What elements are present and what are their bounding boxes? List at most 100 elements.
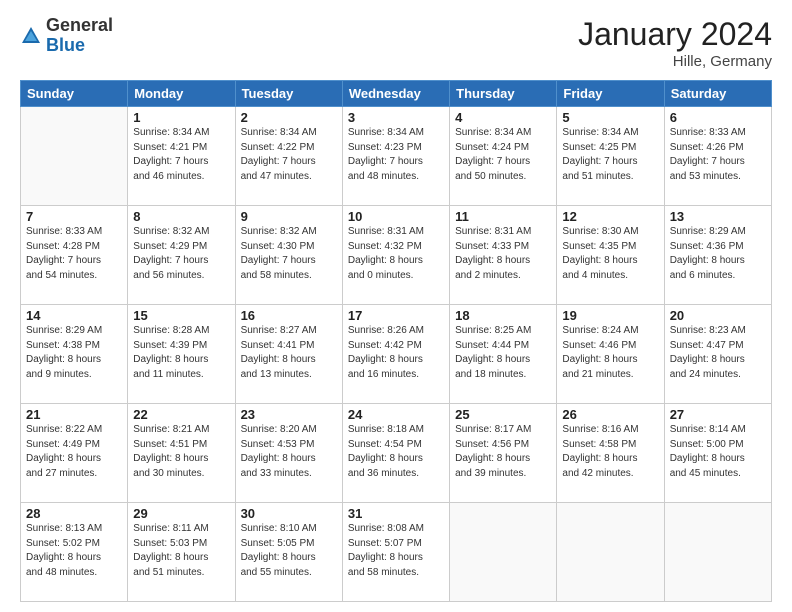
day-number: 26 [562, 407, 658, 422]
logo-blue-text: Blue [46, 35, 85, 55]
day-number: 6 [670, 110, 766, 125]
column-header-wednesday: Wednesday [342, 81, 449, 107]
day-info: Sunrise: 8:34 AM Sunset: 4:24 PM Dayligh… [455, 126, 551, 184]
day-number: 25 [455, 407, 551, 422]
day-info: Sunrise: 8:16 AM Sunset: 4:58 PM Dayligh… [562, 423, 658, 481]
day-cell: 11Sunrise: 8:31 AM Sunset: 4:33 PM Dayli… [450, 206, 557, 305]
title-block: January 2024 Hille, Germany [578, 16, 772, 70]
day-info: Sunrise: 8:34 AM Sunset: 4:22 PM Dayligh… [241, 126, 337, 184]
column-header-thursday: Thursday [450, 81, 557, 107]
day-info: Sunrise: 8:29 AM Sunset: 4:36 PM Dayligh… [670, 225, 766, 283]
day-info: Sunrise: 8:08 AM Sunset: 5:07 PM Dayligh… [348, 522, 444, 580]
page: General Blue January 2024 Hille, Germany… [0, 0, 792, 612]
day-cell: 12Sunrise: 8:30 AM Sunset: 4:35 PM Dayli… [557, 206, 664, 305]
day-info: Sunrise: 8:28 AM Sunset: 4:39 PM Dayligh… [133, 324, 229, 382]
week-row-2: 7Sunrise: 8:33 AM Sunset: 4:28 PM Daylig… [21, 206, 772, 305]
day-number: 31 [348, 506, 444, 521]
day-cell: 15Sunrise: 8:28 AM Sunset: 4:39 PM Dayli… [128, 305, 235, 404]
day-number: 19 [562, 308, 658, 323]
day-cell: 27Sunrise: 8:14 AM Sunset: 5:00 PM Dayli… [664, 404, 771, 503]
day-cell: 7Sunrise: 8:33 AM Sunset: 4:28 PM Daylig… [21, 206, 128, 305]
week-row-4: 21Sunrise: 8:22 AM Sunset: 4:49 PM Dayli… [21, 404, 772, 503]
day-cell: 10Sunrise: 8:31 AM Sunset: 4:32 PM Dayli… [342, 206, 449, 305]
day-number: 4 [455, 110, 551, 125]
day-cell [450, 503, 557, 602]
day-cell: 25Sunrise: 8:17 AM Sunset: 4:56 PM Dayli… [450, 404, 557, 503]
day-info: Sunrise: 8:23 AM Sunset: 4:47 PM Dayligh… [670, 324, 766, 382]
day-info: Sunrise: 8:24 AM Sunset: 4:46 PM Dayligh… [562, 324, 658, 382]
day-number: 15 [133, 308, 229, 323]
day-cell [557, 503, 664, 602]
day-cell: 2Sunrise: 8:34 AM Sunset: 4:22 PM Daylig… [235, 107, 342, 206]
day-cell: 6Sunrise: 8:33 AM Sunset: 4:26 PM Daylig… [664, 107, 771, 206]
logo-icon [20, 25, 42, 47]
day-cell: 17Sunrise: 8:26 AM Sunset: 4:42 PM Dayli… [342, 305, 449, 404]
day-number: 7 [26, 209, 122, 224]
day-info: Sunrise: 8:30 AM Sunset: 4:35 PM Dayligh… [562, 225, 658, 283]
day-number: 22 [133, 407, 229, 422]
day-cell: 16Sunrise: 8:27 AM Sunset: 4:41 PM Dayli… [235, 305, 342, 404]
day-info: Sunrise: 8:33 AM Sunset: 4:28 PM Dayligh… [26, 225, 122, 283]
day-number: 30 [241, 506, 337, 521]
day-info: Sunrise: 8:21 AM Sunset: 4:51 PM Dayligh… [133, 423, 229, 481]
calendar-table: SundayMondayTuesdayWednesdayThursdayFrid… [20, 80, 772, 602]
day-number: 24 [348, 407, 444, 422]
day-number: 10 [348, 209, 444, 224]
day-cell: 30Sunrise: 8:10 AM Sunset: 5:05 PM Dayli… [235, 503, 342, 602]
week-row-5: 28Sunrise: 8:13 AM Sunset: 5:02 PM Dayli… [21, 503, 772, 602]
day-number: 17 [348, 308, 444, 323]
calendar-body: 1Sunrise: 8:34 AM Sunset: 4:21 PM Daylig… [21, 107, 772, 602]
column-header-friday: Friday [557, 81, 664, 107]
day-cell: 29Sunrise: 8:11 AM Sunset: 5:03 PM Dayli… [128, 503, 235, 602]
day-cell: 21Sunrise: 8:22 AM Sunset: 4:49 PM Dayli… [21, 404, 128, 503]
day-number: 11 [455, 209, 551, 224]
column-header-saturday: Saturday [664, 81, 771, 107]
day-number: 2 [241, 110, 337, 125]
day-info: Sunrise: 8:13 AM Sunset: 5:02 PM Dayligh… [26, 522, 122, 580]
day-cell: 3Sunrise: 8:34 AM Sunset: 4:23 PM Daylig… [342, 107, 449, 206]
day-cell: 4Sunrise: 8:34 AM Sunset: 4:24 PM Daylig… [450, 107, 557, 206]
calendar-header: SundayMondayTuesdayWednesdayThursdayFrid… [21, 81, 772, 107]
day-number: 14 [26, 308, 122, 323]
day-cell: 28Sunrise: 8:13 AM Sunset: 5:02 PM Dayli… [21, 503, 128, 602]
day-cell: 31Sunrise: 8:08 AM Sunset: 5:07 PM Dayli… [342, 503, 449, 602]
logo-general-text: General [46, 15, 113, 35]
day-cell: 8Sunrise: 8:32 AM Sunset: 4:29 PM Daylig… [128, 206, 235, 305]
day-number: 3 [348, 110, 444, 125]
day-info: Sunrise: 8:31 AM Sunset: 4:32 PM Dayligh… [348, 225, 444, 283]
day-info: Sunrise: 8:25 AM Sunset: 4:44 PM Dayligh… [455, 324, 551, 382]
column-header-sunday: Sunday [21, 81, 128, 107]
day-number: 23 [241, 407, 337, 422]
day-cell [664, 503, 771, 602]
calendar-title: January 2024 [578, 16, 772, 53]
day-info: Sunrise: 8:18 AM Sunset: 4:54 PM Dayligh… [348, 423, 444, 481]
header: General Blue January 2024 Hille, Germany [20, 16, 772, 70]
day-info: Sunrise: 8:26 AM Sunset: 4:42 PM Dayligh… [348, 324, 444, 382]
day-cell: 9Sunrise: 8:32 AM Sunset: 4:30 PM Daylig… [235, 206, 342, 305]
day-info: Sunrise: 8:31 AM Sunset: 4:33 PM Dayligh… [455, 225, 551, 283]
day-number: 20 [670, 308, 766, 323]
day-number: 28 [26, 506, 122, 521]
day-cell: 13Sunrise: 8:29 AM Sunset: 4:36 PM Dayli… [664, 206, 771, 305]
day-info: Sunrise: 8:22 AM Sunset: 4:49 PM Dayligh… [26, 423, 122, 481]
day-number: 21 [26, 407, 122, 422]
day-info: Sunrise: 8:34 AM Sunset: 4:21 PM Dayligh… [133, 126, 229, 184]
day-cell [21, 107, 128, 206]
day-cell: 24Sunrise: 8:18 AM Sunset: 4:54 PM Dayli… [342, 404, 449, 503]
day-info: Sunrise: 8:34 AM Sunset: 4:23 PM Dayligh… [348, 126, 444, 184]
day-cell: 19Sunrise: 8:24 AM Sunset: 4:46 PM Dayli… [557, 305, 664, 404]
day-number: 29 [133, 506, 229, 521]
day-info: Sunrise: 8:10 AM Sunset: 5:05 PM Dayligh… [241, 522, 337, 580]
day-number: 16 [241, 308, 337, 323]
column-header-tuesday: Tuesday [235, 81, 342, 107]
day-cell: 20Sunrise: 8:23 AM Sunset: 4:47 PM Dayli… [664, 305, 771, 404]
day-number: 18 [455, 308, 551, 323]
day-cell: 14Sunrise: 8:29 AM Sunset: 4:38 PM Dayli… [21, 305, 128, 404]
calendar-subtitle: Hille, Germany [578, 53, 772, 70]
day-number: 13 [670, 209, 766, 224]
day-cell: 5Sunrise: 8:34 AM Sunset: 4:25 PM Daylig… [557, 107, 664, 206]
day-number: 5 [562, 110, 658, 125]
day-info: Sunrise: 8:11 AM Sunset: 5:03 PM Dayligh… [133, 522, 229, 580]
day-info: Sunrise: 8:34 AM Sunset: 4:25 PM Dayligh… [562, 126, 658, 184]
day-info: Sunrise: 8:14 AM Sunset: 5:00 PM Dayligh… [670, 423, 766, 481]
